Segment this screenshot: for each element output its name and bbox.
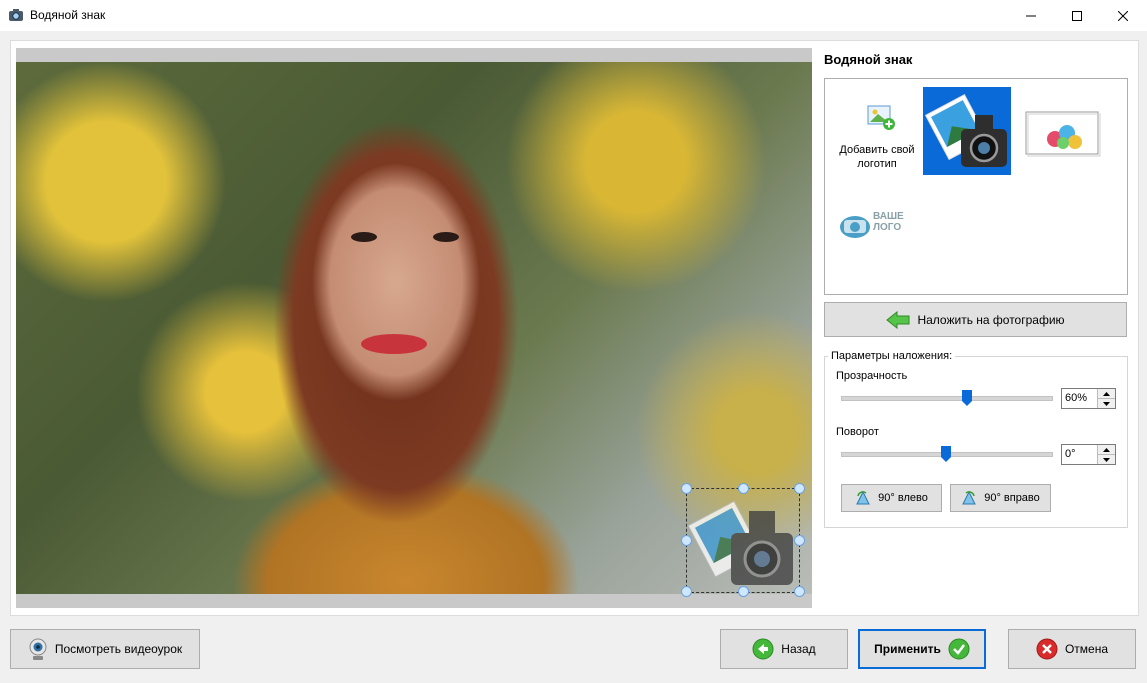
back-label: Назад [781,642,816,656]
photo-camera-logo-tile[interactable] [923,87,1011,175]
apply-button[interactable]: Применить [858,629,986,669]
photo-camera-watermark-icon [687,500,793,585]
spin-up-button[interactable] [1098,389,1115,399]
minimize-icon [1026,15,1036,16]
arrow-left-icon [886,310,910,329]
rotation-label: Поворот [836,426,879,438]
spin-down-button[interactable] [1098,455,1115,464]
apply-to-photo-label: Наложить на фотографию [917,312,1065,327]
title-bar: Водяной знак [0,0,1147,31]
rotate-left-button[interactable]: 90° влево [841,484,942,512]
apply-label: Применить [874,642,941,656]
rotate-right-icon [962,490,977,505]
maximize-button[interactable] [1054,0,1100,31]
resize-handle[interactable] [794,483,805,494]
opacity-slider-thumb[interactable] [962,390,972,406]
your-logo-tile[interactable]: ВАШЕ ЛОГО [833,187,921,275]
add-logo-caption: Добавить свой логотип [839,144,915,170]
rotate-right-label: 90° вправо [984,492,1040,504]
caret-down-icon [1103,401,1110,406]
caret-down-icon [1103,457,1110,462]
resize-handle[interactable] [681,535,692,546]
close-icon [1118,10,1128,21]
resize-handle[interactable] [794,586,805,597]
opacity-value: 60% [1065,392,1088,404]
rotation-spinbox[interactable]: 0° [1061,444,1116,465]
checkmark-circle-icon [948,638,970,660]
opacity-label: Прозрачность [836,370,908,382]
resize-handle[interactable] [738,483,749,494]
watermark-gallery: Добавить свой логотип ВАШЕ ЛОГО [824,78,1128,295]
photo-face-detail [351,230,471,244]
webcam-icon [29,638,47,660]
resize-handle[interactable] [794,535,805,546]
opacity-slider[interactable] [841,396,1053,401]
window-title: Водяной знак [30,8,106,22]
cancel-label: Отмена [1064,642,1109,656]
watermark-selection-box[interactable] [681,483,805,597]
watch-video-lesson-button[interactable]: Посмотреть видеоурок [10,629,200,669]
rotation-value: 0° [1065,448,1076,460]
rotation-slider-thumb[interactable] [941,446,951,462]
cancel-circle-icon [1036,638,1058,660]
arrow-left-circle-icon [752,638,774,660]
candy-logo-tile[interactable] [1023,87,1111,175]
add-image-icon [867,105,895,130]
resize-handle[interactable] [681,483,692,494]
watermark-panel-title: Водяной знак [824,52,913,67]
caret-up-icon [1103,391,1110,396]
cancel-button[interactable]: Отмена [1008,629,1136,669]
opacity-spinbox[interactable]: 60% [1061,388,1116,409]
camera-app-icon [9,9,23,21]
apply-to-photo-button[interactable]: Наложить на фотографию [824,302,1127,337]
add-logo-tile[interactable]: Добавить свой логотип [833,87,921,175]
photo-camera-icon [924,93,1007,167]
minimize-button[interactable] [1008,0,1054,31]
photo-lips-detail [361,334,427,354]
close-button[interactable] [1100,0,1146,31]
rotate-right-button[interactable]: 90° вправо [950,484,1051,512]
resize-handle[interactable] [681,586,692,597]
candy-image-icon [1025,111,1101,157]
rotate-left-label: 90° влево [878,492,928,504]
spin-down-button[interactable] [1098,399,1115,408]
back-button[interactable]: Назад [720,629,848,669]
maximize-icon [1072,10,1082,21]
caret-up-icon [1103,447,1110,452]
rotate-left-icon [856,490,870,505]
video-lesson-label: Посмотреть видеоурок [54,642,183,656]
spin-up-button[interactable] [1098,445,1115,455]
resize-handle[interactable] [738,586,749,597]
your-logo-text: ВАШЕ ЛОГО [873,211,904,233]
overlay-params-legend: Параметры наложения: [828,350,956,362]
